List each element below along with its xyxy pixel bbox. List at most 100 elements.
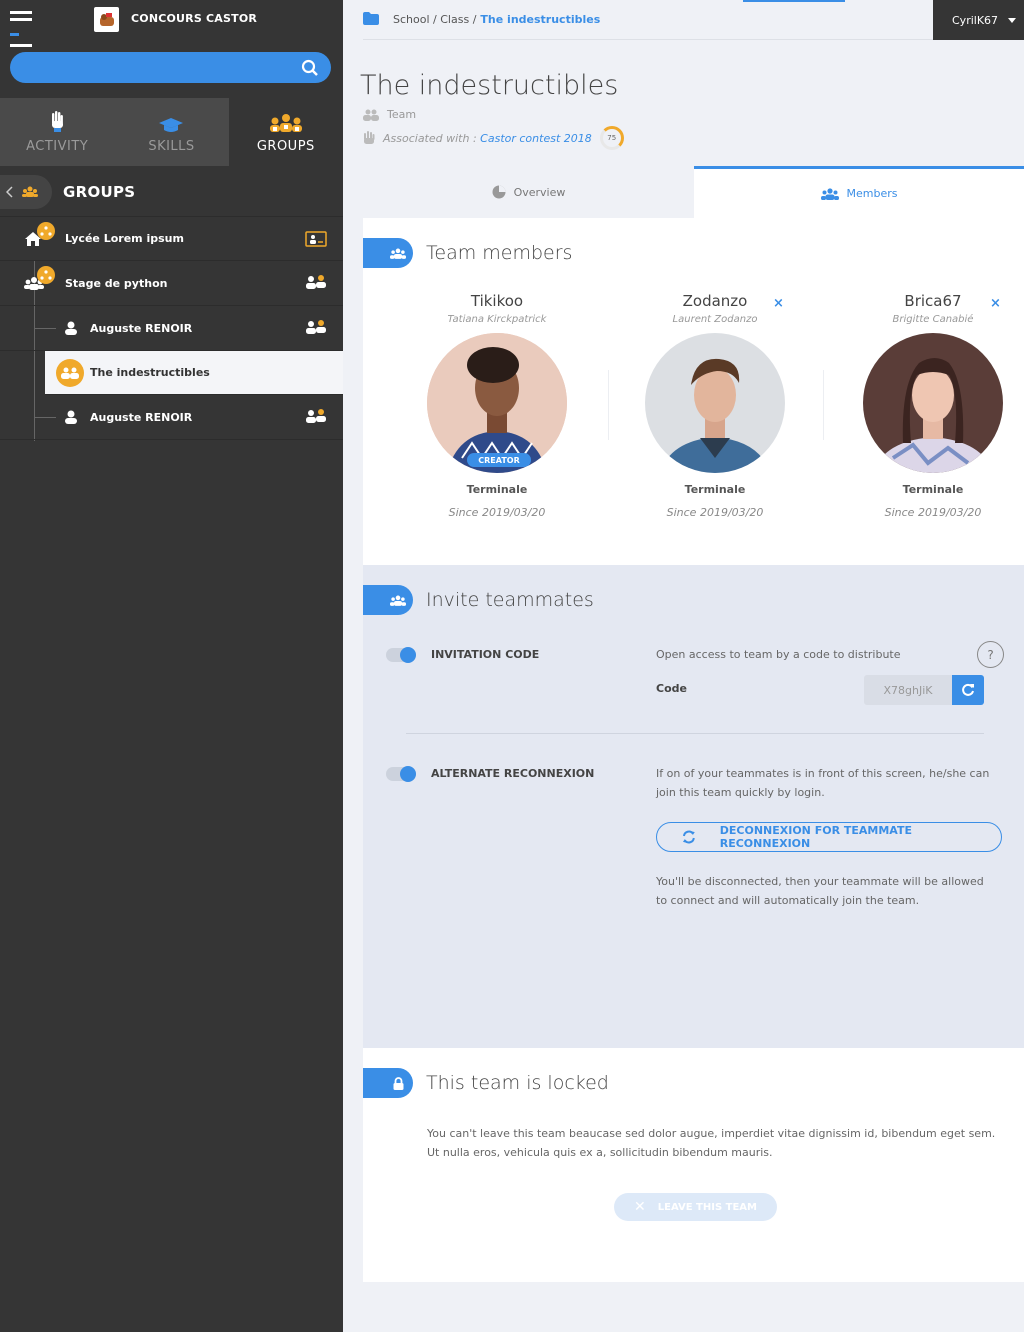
team-members-header: Team members bbox=[363, 238, 572, 268]
tab-members-label: Members bbox=[846, 187, 898, 200]
brand-name: CONCOURS CASTOR bbox=[131, 12, 258, 25]
alternate-reconnexion-label: ALTERNATE RECONNEXION bbox=[431, 767, 595, 780]
user-name: CyrilK67 bbox=[952, 13, 999, 27]
user-menu[interactable]: CyrilK67 bbox=[933, 0, 1024, 40]
deconnexion-button[interactable]: DECONNEXION FOR TEAMMATE RECONNEXION bbox=[656, 822, 1002, 852]
members-icon bbox=[390, 595, 406, 606]
back-button[interactable] bbox=[0, 175, 52, 209]
members-icon[interactable] bbox=[305, 275, 327, 292]
loading-bar bbox=[743, 0, 845, 2]
main-content: School / Class / The indestructibles Cyr… bbox=[343, 0, 1024, 1332]
tree-item-label: Auguste RENOIR bbox=[90, 410, 193, 424]
member-card: Zodanzo Laurent Zodanzo Terminale Since … bbox=[625, 292, 805, 519]
tree-item-team-selected[interactable]: The indestructibles bbox=[45, 351, 343, 395]
team-type-icon bbox=[363, 109, 379, 121]
leave-team-button[interactable]: ✕ LEAVE THIS TEAM bbox=[614, 1193, 777, 1221]
user-icon bbox=[65, 410, 77, 427]
association-prefix: Associated with : bbox=[383, 131, 477, 145]
locked-description: You can't leave this team beaucase sed d… bbox=[427, 1127, 996, 1159]
card-pointer bbox=[391, 555, 411, 565]
menu-icon[interactable] bbox=[10, 11, 32, 47]
sync-icon bbox=[682, 830, 695, 844]
tab-members[interactable]: Members bbox=[694, 166, 1024, 218]
tab-activity-label: ACTIVITY bbox=[26, 139, 89, 154]
groups-icon bbox=[269, 107, 303, 133]
search-input[interactable] bbox=[10, 52, 331, 83]
members-icon[interactable] bbox=[305, 409, 327, 426]
tab-overview-label: Overview bbox=[513, 185, 566, 199]
tree-item-student[interactable]: Auguste RENOIR bbox=[0, 395, 343, 440]
org-badge-icon bbox=[37, 222, 55, 240]
locked-header: This team is locked bbox=[363, 1068, 609, 1098]
section-pill bbox=[363, 238, 413, 268]
deconnexion-button-label: DECONNEXION FOR TEAMMATE RECONNEXION bbox=[719, 824, 912, 850]
tab-skills-label: SKILLS bbox=[148, 139, 195, 154]
hand-icon bbox=[364, 131, 375, 144]
deconnexion-note: You'll be disconnected, then your teamma… bbox=[656, 875, 984, 907]
hand-icon bbox=[50, 107, 64, 133]
tree-item-label: Lycée Lorem ipsum bbox=[65, 232, 184, 245]
breadcrumb-class[interactable]: Class bbox=[440, 13, 469, 26]
tab-groups-label: GROUPS bbox=[256, 139, 315, 154]
members-icon bbox=[390, 248, 406, 259]
team-association: Associated with : Castor contest 2018 75 bbox=[363, 126, 624, 150]
breadcrumb-current: The indestructibles bbox=[480, 13, 601, 26]
section-title: This team is locked bbox=[426, 1072, 609, 1094]
invite-header: Invite teammates bbox=[363, 585, 594, 615]
help-button[interactable]: ? bbox=[977, 641, 1004, 668]
members-tab-icon bbox=[820, 187, 839, 200]
invitation-code-label: INVITATION CODE bbox=[431, 648, 540, 661]
avatar bbox=[645, 333, 785, 473]
locked-section: This team is locked bbox=[363, 1048, 1024, 1282]
groups-small-icon bbox=[22, 186, 38, 197]
leave-team-label: LEAVE THIS TEAM bbox=[657, 1201, 757, 1213]
member-level: Terminale bbox=[684, 483, 746, 496]
page-title: The indestructibles bbox=[360, 70, 619, 101]
remove-member-button[interactable]: × bbox=[990, 296, 1001, 311]
members-icon[interactable] bbox=[305, 320, 327, 337]
lock-icon bbox=[393, 1076, 403, 1090]
presentation-icon[interactable] bbox=[305, 231, 327, 250]
breadcrumb-school[interactable]: School bbox=[393, 13, 430, 26]
score-ring: 75 bbox=[599, 126, 624, 150]
avatar: CREATOR bbox=[427, 333, 567, 473]
code-label: Code bbox=[656, 682, 687, 695]
close-icon: ✕ bbox=[634, 1199, 646, 1215]
page-tabs: Overview Members bbox=[363, 166, 1024, 218]
member-level: Terminale bbox=[466, 483, 528, 496]
association-link[interactable]: Castor contest 2018 bbox=[480, 132, 592, 145]
avatar bbox=[863, 333, 1003, 473]
member-name: Brigitte Canabié bbox=[892, 314, 974, 325]
section-pill bbox=[363, 585, 413, 615]
alternate-reconnexion-toggle[interactable] bbox=[386, 766, 416, 782]
member-since: Since 2019/03/20 bbox=[884, 506, 982, 519]
invitation-code-toggle[interactable] bbox=[386, 647, 416, 663]
member-divider bbox=[823, 370, 824, 440]
sidebar-tabs: ACTIVITY SKILLS GROUPS bbox=[0, 98, 343, 166]
castor-logo bbox=[94, 7, 119, 32]
tab-activity[interactable]: ACTIVITY bbox=[0, 98, 115, 166]
tab-groups[interactable]: GROUPS bbox=[228, 98, 343, 166]
team-icon bbox=[56, 359, 84, 387]
tree-item-class[interactable]: Stage de python bbox=[0, 261, 343, 306]
org-badge-icon bbox=[37, 266, 55, 284]
graduation-cap-icon bbox=[158, 107, 184, 133]
member-level: Terminale bbox=[902, 483, 964, 496]
refresh-icon bbox=[962, 683, 974, 696]
tab-overview[interactable]: Overview bbox=[363, 166, 694, 218]
tree-item-school[interactable]: Lycée Lorem ipsum bbox=[0, 216, 343, 261]
section-pill bbox=[363, 1068, 413, 1098]
chevron-left-icon bbox=[6, 186, 13, 198]
search-icon[interactable] bbox=[301, 59, 319, 77]
folder-icon bbox=[363, 11, 379, 28]
tree-item-label: Auguste RENOIR bbox=[90, 321, 193, 335]
remove-member-button[interactable]: × bbox=[773, 296, 784, 311]
tree-item-student[interactable]: Auguste RENOIR bbox=[0, 306, 343, 351]
regenerate-code-button[interactable] bbox=[952, 675, 984, 705]
member-since: Since 2019/03/20 bbox=[448, 506, 546, 519]
team-type: Team bbox=[363, 108, 416, 121]
groups-tree: Lycée Lorem ipsum Stage de python August… bbox=[0, 216, 343, 441]
creator-badge: CREATOR bbox=[467, 453, 531, 467]
code-field[interactable]: X78ghJiK bbox=[864, 675, 952, 705]
tab-skills[interactable]: SKILLS bbox=[114, 98, 229, 166]
